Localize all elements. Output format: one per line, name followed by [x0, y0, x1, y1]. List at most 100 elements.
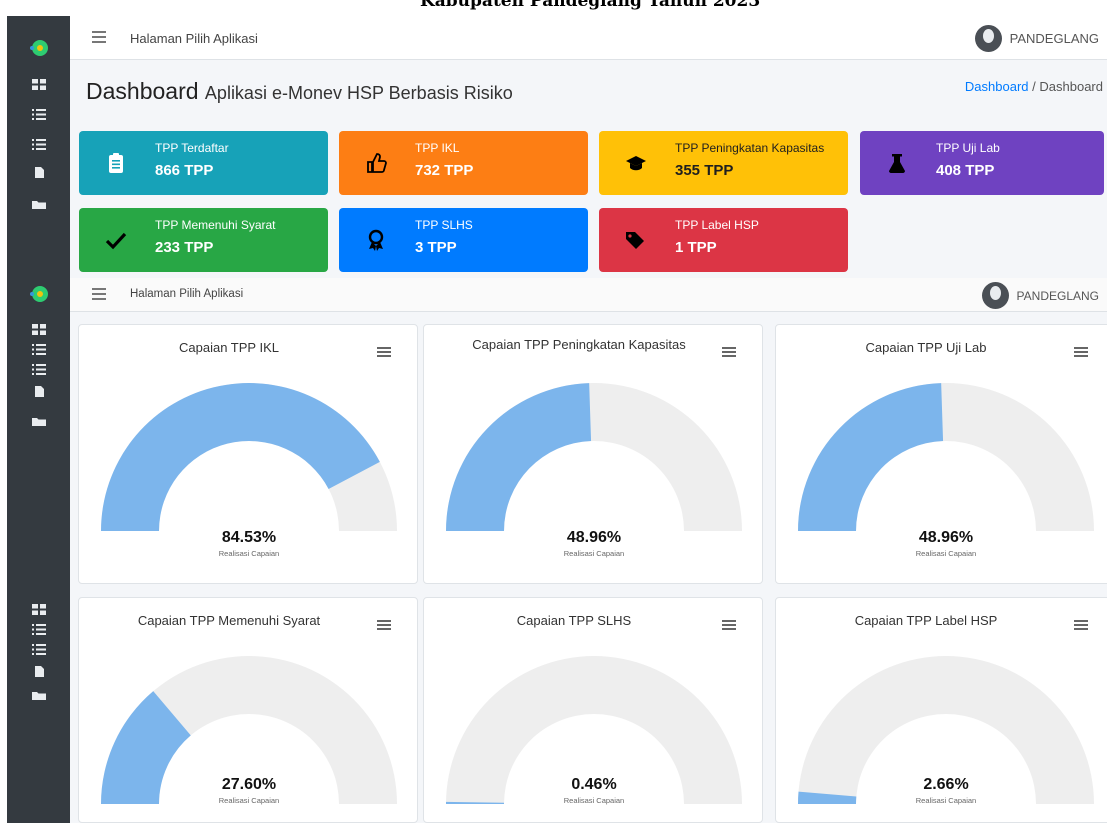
tile-label: TPP Label HSP [675, 218, 759, 232]
sidebar-list-icon[interactable] [32, 364, 46, 375]
sidebar-list-icon[interactable] [32, 644, 46, 655]
sidebar-folder-icon[interactable] [32, 690, 46, 701]
breadcrumb-separator: / [1032, 79, 1036, 94]
award-icon [365, 229, 387, 251]
navbar-title[interactable]: Halaman Pilih Aplikasi [130, 31, 258, 46]
chart-menu-icon[interactable] [377, 620, 391, 630]
charts-area: Capaian TPP IKL 84.53% Realisasi Capaian Ca… [70, 312, 1107, 823]
tile-value: 408 TPP [936, 162, 995, 179]
hamburger-menu-icon[interactable] [92, 31, 106, 43]
tile-label: TPP Uji Lab [936, 141, 1000, 155]
sidebar-list-icon[interactable] [32, 624, 46, 635]
sidebar-file-icon[interactable] [32, 666, 46, 677]
check-icon [105, 229, 127, 251]
tile-label: TPP IKL [415, 141, 460, 155]
gauge-value-bar [798, 383, 944, 531]
gauge-card: Capaian TPP SLHS 0.46% Realisasi Capaian [423, 597, 763, 823]
tile-value: 866 TPP [155, 162, 214, 179]
gauge-value-label: 84.53% [221, 529, 277, 546]
tile-label: TPP Memenuhi Syarat [155, 218, 276, 232]
user-menu[interactable]: PANDEGLANG [981, 282, 1099, 309]
tile-value: 732 TPP [415, 162, 474, 179]
tile-tpp-label-hsp[interactable]: TPP Label HSP 1 TPP [599, 208, 848, 272]
sidebar-list-icon[interactable] [32, 109, 46, 120]
tile-label: TPP SLHS [415, 218, 473, 232]
tags-icon [625, 229, 647, 251]
tile-tpp-slhs[interactable]: TPP SLHS 3 TPP [339, 208, 588, 272]
page-title: Dashboard Aplikasi e-Monev HSP Berbasis … [86, 78, 513, 105]
gauge-subtitle: Realisasi Capaian [218, 796, 280, 805]
chart-title: Capaian TPP Label HSP [854, 613, 998, 628]
breadcrumb-link-dashboard[interactable]: Dashboard [965, 79, 1029, 94]
gauge-subtitle: Realisasi Capaian [563, 549, 625, 558]
sidebar-dashboard-icon[interactable] [32, 79, 46, 90]
chart-menu-icon[interactable] [722, 620, 736, 630]
chart-title: Capaian TPP Peningkatan Kapasitas [472, 337, 686, 352]
gauge-value-label: 48.96% [918, 529, 974, 546]
gauge-subtitle: Realisasi Capaian [563, 796, 625, 805]
gauge-card: Capaian TPP Peningkatan Kapasitas 48.96% R… [423, 324, 763, 584]
app-logo-icon[interactable] [29, 38, 49, 58]
tile-tpp-uji-lab[interactable]: TPP Uji Lab 408 TPP [860, 131, 1104, 195]
navbar-title[interactable]: Halaman Pilih Aplikasi [130, 288, 243, 300]
gauge-value-label: 2.66% [923, 776, 969, 793]
breadcrumb: Dashboard / Dashboard [965, 79, 1103, 94]
user-name: PANDEGLANG [1009, 31, 1099, 46]
flask-icon [886, 152, 908, 174]
tile-value: 3 TPP [415, 239, 457, 256]
chart-menu-icon[interactable] [1074, 347, 1088, 357]
page-subtitle: Aplikasi e-Monev HSP Berbasis Risiko [204, 83, 513, 103]
gauge-card: Capaian TPP Uji Lab 48.96% Realisasi Capai… [775, 324, 1107, 584]
tile-value: 233 TPP [155, 239, 214, 256]
tile-value: 1 TPP [675, 239, 717, 256]
gauge-subtitle: Realisasi Capaian [218, 549, 280, 558]
document-caption: Kabupaten Pandeglang Tahun 2023 [0, 0, 1107, 16]
top-navbar-secondary: Halaman Pilih Aplikasi PANDEGLANG [70, 278, 1107, 312]
tile-tpp-peningkatan-kapasitas[interactable]: TPP Peningkatan Kapasitas 355 TPP [599, 131, 848, 195]
clipboard-icon [105, 152, 127, 174]
top-navbar: Halaman Pilih Aplikasi PANDEGLANG [70, 16, 1107, 60]
sidebar-dashboard-icon[interactable] [32, 324, 46, 335]
gauge-card: Capaian TPP Memenuhi Syarat 27.60% Realisa… [78, 597, 418, 823]
gauge-chart [798, 383, 1094, 531]
chart-title: Capaian TPP Memenuhi Syarat [137, 613, 321, 628]
tile-tpp-memenuhi-syarat[interactable]: TPP Memenuhi Syarat 233 TPP [79, 208, 328, 272]
gauge-subtitle: Realisasi Capaian [915, 796, 977, 805]
user-name: PANDEGLANG [1016, 288, 1099, 303]
user-menu[interactable]: PANDEGLANG [974, 25, 1099, 52]
gauge-value-label: 48.96% [566, 529, 622, 546]
gauge-card: Capaian TPP Label HSP 2.66% Realisasi Capa… [775, 597, 1107, 823]
chart-menu-icon[interactable] [1074, 620, 1088, 630]
sidebar-list-icon[interactable] [32, 139, 46, 150]
user-avatar-icon [981, 282, 1009, 309]
chart-menu-icon[interactable] [722, 347, 736, 357]
chart-title: Capaian TPP IKL [179, 340, 279, 355]
thumbs-up-icon [365, 152, 387, 174]
sidebar-dashboard-icon[interactable] [32, 604, 46, 615]
gauge-chart [101, 383, 397, 531]
tile-label: TPP Terdaftar [155, 141, 229, 155]
gauge-chart [446, 383, 742, 531]
hamburger-menu-icon[interactable] [92, 288, 106, 300]
tile-label: TPP Peningkatan Kapasitas [675, 141, 825, 155]
gauge-value-label: 0.46% [571, 776, 617, 793]
tile-value: 355 TPP [675, 162, 734, 179]
sidebar [7, 16, 70, 823]
gauge-value-bar [446, 383, 592, 531]
app-logo-icon[interactable] [29, 284, 49, 304]
gauge-card: Capaian TPP IKL 84.53% Realisasi Capaian [78, 324, 418, 584]
tile-tpp-ikl[interactable]: TPP IKL 732 TPP [339, 131, 588, 195]
user-avatar-icon [974, 25, 1002, 52]
chart-title: Capaian TPP SLHS [516, 613, 632, 628]
chart-menu-icon[interactable] [377, 347, 391, 357]
page-title-text: Dashboard [86, 78, 199, 104]
document-caption-text: Kabupaten Pandeglang Tahun 2023 [420, 0, 761, 11]
sidebar-list-icon[interactable] [32, 344, 46, 355]
gauge-subtitle: Realisasi Capaian [915, 549, 977, 558]
sidebar-folder-icon[interactable] [32, 199, 46, 210]
sidebar-file-icon[interactable] [32, 167, 46, 178]
chart-title: Capaian TPP Uji Lab [865, 340, 987, 355]
tile-tpp-terdaftar[interactable]: TPP Terdaftar 866 TPP [79, 131, 328, 195]
sidebar-folder-icon[interactable] [32, 416, 46, 427]
sidebar-file-icon[interactable] [32, 386, 46, 397]
